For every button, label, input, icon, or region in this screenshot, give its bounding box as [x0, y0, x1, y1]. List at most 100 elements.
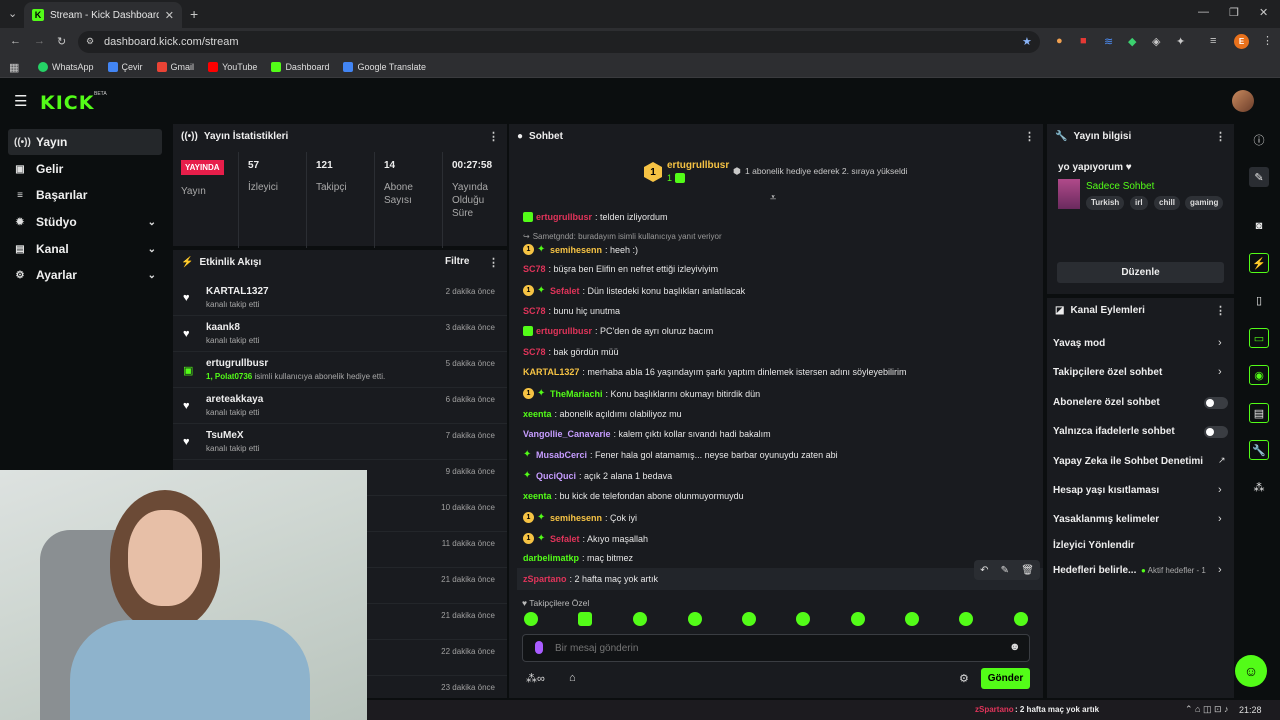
- menu-dots-icon[interactable]: ⋮: [1262, 34, 1273, 47]
- pin-icon[interactable]: ✎: [1001, 565, 1009, 576]
- support-chat-icon[interactable]: ☺: [1235, 655, 1267, 687]
- forward-icon[interactable]: →: [34, 35, 45, 47]
- microphone-icon[interactable]: [535, 641, 543, 654]
- action-followers-only[interactable]: Takipçilere özel sohbet: [1053, 367, 1162, 378]
- chevron-right-icon[interactable]: ›: [1218, 564, 1222, 576]
- action-set-goals[interactable]: Hedefleri belirle...: [1053, 565, 1136, 576]
- back-icon[interactable]: ←: [10, 35, 21, 47]
- store-icon[interactable]: ⌂: [569, 672, 576, 684]
- tag[interactable]: Turkish: [1086, 196, 1125, 210]
- reading-list-icon[interactable]: ≡: [1210, 35, 1216, 47]
- extension-icon[interactable]: ◆: [1128, 35, 1136, 48]
- emote-icon[interactable]: [851, 612, 865, 626]
- emote-icon[interactable]: [524, 612, 538, 626]
- info-icon[interactable]: ⓘ: [1249, 130, 1269, 150]
- nav-item-yayin[interactable]: ((•)) Yayın: [8, 129, 162, 155]
- taskbar-clock[interactable]: 21:28: [1239, 705, 1262, 715]
- action-ai-moderation[interactable]: Yapay Zeka ile Sohbet Denetimi: [1053, 456, 1203, 467]
- nav-item-ayarlar[interactable]: ⚙ Ayarlar ⌄: [8, 262, 162, 288]
- pinned-user[interactable]: ertugrullbusr: [667, 160, 729, 171]
- capture-icon[interactable]: ◙: [1249, 216, 1269, 236]
- maximize-icon[interactable]: ❐: [1229, 6, 1239, 19]
- chat-input[interactable]: [555, 639, 995, 657]
- apps-grid-icon[interactable]: ▦: [9, 61, 19, 74]
- more-options-icon[interactable]: ⋮: [1215, 304, 1226, 317]
- browser-tab[interactable]: K Stream - Kick Dashboard ✕: [24, 2, 182, 28]
- bookmark-cevir[interactable]: Çevir: [107, 61, 143, 72]
- activity-list-icon[interactable]: ▤: [1249, 403, 1269, 423]
- address-bar[interactable]: dashboard.kick.com/stream: [78, 31, 1040, 53]
- emote-icon[interactable]: [578, 612, 592, 626]
- tag[interactable]: irl: [1130, 196, 1148, 210]
- minimize-icon[interactable]: —: [1198, 6, 1209, 18]
- system-tray-icons[interactable]: ⌃ ⌂ ◫ ⊡ ♪: [1185, 704, 1229, 715]
- profile-avatar[interactable]: E: [1234, 34, 1249, 49]
- edit-pencil-icon[interactable]: ✎: [1249, 167, 1269, 187]
- emote-icon[interactable]: [905, 612, 919, 626]
- tab-search-icon[interactable]: ⌄: [8, 7, 17, 20]
- bookmark-whatsapp[interactable]: WhatsApp: [38, 61, 94, 72]
- emote-icon[interactable]: [959, 612, 973, 626]
- edit-button[interactable]: Düzenle: [1057, 262, 1224, 283]
- document-icon[interactable]: ▯: [1249, 290, 1269, 310]
- reply-icon[interactable]: ↶: [980, 565, 988, 576]
- extension-icon[interactable]: ■: [1080, 35, 1087, 47]
- action-slow-mode[interactable]: Yavaş mod: [1053, 338, 1105, 349]
- bookmark-gmail[interactable]: Gmail: [156, 61, 194, 72]
- broadcast-icon[interactable]: ◉: [1249, 365, 1269, 385]
- bookmark-youtube[interactable]: YouTube: [208, 61, 257, 72]
- wrench-icon[interactable]: 🔧: [1249, 440, 1269, 460]
- close-window-icon[interactable]: ✕: [1259, 6, 1268, 19]
- extension-icon[interactable]: ≋: [1104, 35, 1113, 48]
- external-link-icon[interactable]: ↗: [1218, 455, 1226, 466]
- chat-input-box[interactable]: ☻: [522, 634, 1030, 662]
- shield-icon[interactable]: ◈: [1152, 35, 1160, 48]
- reload-icon[interactable]: ↻: [57, 35, 66, 48]
- category-link[interactable]: Sadece Sohbet: [1086, 181, 1154, 192]
- chevron-right-icon[interactable]: ›: [1218, 337, 1222, 349]
- bookmark-star-icon[interactable]: ★: [1022, 35, 1032, 48]
- bookmark-dashboard[interactable]: Dashboard: [271, 61, 329, 72]
- extensions-puzzle-icon[interactable]: ✦: [1176, 35, 1185, 48]
- more-options-icon[interactable]: ⋮: [488, 130, 499, 143]
- bookmark-google-translate[interactable]: Google Translate: [343, 61, 426, 72]
- nav-item-kanal[interactable]: ▤ Kanal ⌄: [8, 236, 162, 262]
- emote-icon[interactable]: [633, 612, 647, 626]
- lightning-icon[interactable]: ⚡: [1249, 253, 1269, 273]
- new-tab-icon[interactable]: +: [190, 6, 198, 22]
- kick-points-icon[interactable]: ⁂∞: [526, 672, 545, 685]
- action-account-age[interactable]: Hesap yaşı kısıtlaması: [1053, 485, 1159, 496]
- user-avatar[interactable]: [1232, 90, 1254, 112]
- more-options-icon[interactable]: ⋮: [488, 256, 499, 269]
- emote-icon[interactable]: [796, 612, 810, 626]
- emote-icon[interactable]: [1014, 612, 1028, 626]
- more-options-icon[interactable]: ⋮: [1024, 130, 1035, 143]
- emote-icon[interactable]: [742, 612, 756, 626]
- emote-icon[interactable]: [688, 612, 702, 626]
- chevron-right-icon[interactable]: ›: [1218, 366, 1222, 378]
- nav-item-basarilar[interactable]: ≡ Başarılar: [8, 182, 162, 208]
- action-host-viewers[interactable]: İzleyici Yönlendir: [1053, 540, 1135, 551]
- kick-logo[interactable]: KICK: [40, 92, 94, 114]
- close-tab-icon[interactable]: ✕: [165, 9, 174, 22]
- trash-icon[interactable]: 🗑: [1021, 565, 1034, 576]
- chevron-right-icon[interactable]: ›: [1218, 513, 1222, 525]
- extension-icon[interactable]: ●: [1056, 35, 1063, 47]
- filter-button[interactable]: Filtre: [445, 256, 469, 267]
- site-info-icon[interactable]: ⚙: [86, 36, 94, 47]
- chevron-right-icon[interactable]: ›: [1218, 484, 1222, 496]
- action-banned-words[interactable]: Yasaklanmış kelimeler: [1053, 514, 1159, 525]
- tag[interactable]: chill: [1154, 196, 1181, 210]
- kick-points-icon[interactable]: ⁂: [1249, 477, 1269, 497]
- hamburger-menu-icon[interactable]: ☰: [14, 92, 27, 110]
- chat-settings-gear-icon[interactable]: ⚙: [959, 672, 969, 685]
- chat-bubble-icon[interactable]: ▭: [1249, 328, 1269, 348]
- emotes-only-toggle[interactable]: [1204, 426, 1228, 438]
- nav-item-gelir[interactable]: ▣ Gelir: [8, 156, 162, 182]
- more-options-icon[interactable]: ⋮: [1215, 130, 1226, 143]
- subscribers-only-toggle[interactable]: [1204, 397, 1228, 409]
- emoji-icon[interactable]: ☻: [1009, 641, 1021, 653]
- tag[interactable]: gaming: [1185, 196, 1224, 210]
- nav-item-studyo[interactable]: ✹ Stüdyo ⌄: [8, 209, 162, 235]
- send-button[interactable]: Gönder: [981, 668, 1030, 689]
